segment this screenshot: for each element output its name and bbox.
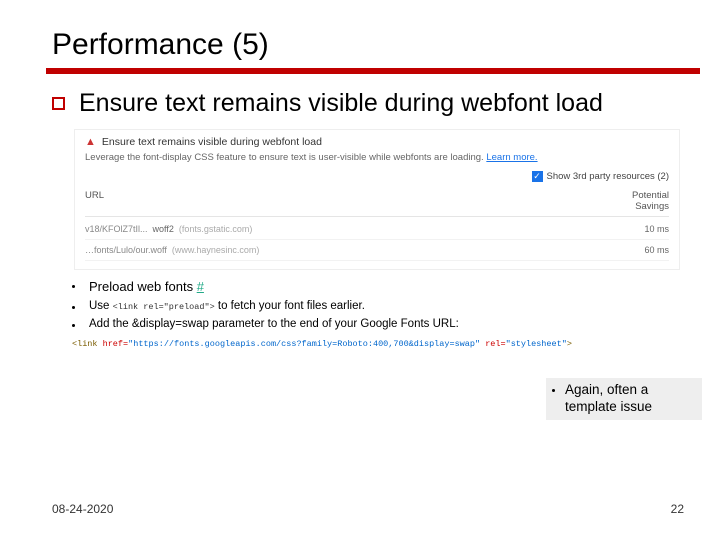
bullet-dot-icon (552, 389, 555, 392)
title-underline (46, 68, 700, 74)
bullet-dot-icon (72, 324, 75, 327)
audit-heading: Ensure text remains visible during webfo… (102, 136, 322, 148)
caret-up-icon: ▲ (85, 136, 96, 148)
third-party-toggle[interactable]: ✓Show 3rd party resources (2) (85, 171, 669, 182)
code-example: <link href="https://fonts.googleapis.com… (72, 339, 680, 349)
table-row: v18/KFOlZ7tIl... woff2 (fonts.gstatic.co… (85, 219, 669, 240)
hash-link[interactable]: # (197, 279, 204, 294)
list-item: Add the &display=swap parameter to the e… (72, 317, 680, 333)
list-item: Preload web fonts # (72, 278, 680, 296)
square-bullet-icon (52, 97, 65, 110)
callout-box: Again, often a template issue (546, 378, 702, 420)
footer-page-number: 22 (671, 502, 684, 516)
slide-title: Performance (5) (52, 28, 680, 62)
audit-table-header: URL PotentialSavings (85, 190, 669, 217)
code-inline: <link rel="preload"> (113, 302, 215, 312)
table-row: …fonts/Lulo/our.woff (www.haynesinc.com)… (85, 240, 669, 261)
footer-date: 08-24-2020 (52, 502, 113, 516)
learn-more-link[interactable]: Learn more. (486, 152, 537, 163)
list-item: Use <link rel="preload"> to fetch your f… (72, 299, 680, 315)
checkbox-icon: ✓ (532, 171, 543, 182)
bullet-dot-icon (72, 285, 75, 288)
audit-description: Leverage the font-display CSS feature to… (85, 152, 669, 163)
lighthouse-audit-panel: ▲ Ensure text remains visible during web… (74, 129, 680, 270)
bullet-dot-icon (72, 306, 75, 309)
main-bullet-text: Ensure text remains visible during webfo… (79, 88, 603, 119)
